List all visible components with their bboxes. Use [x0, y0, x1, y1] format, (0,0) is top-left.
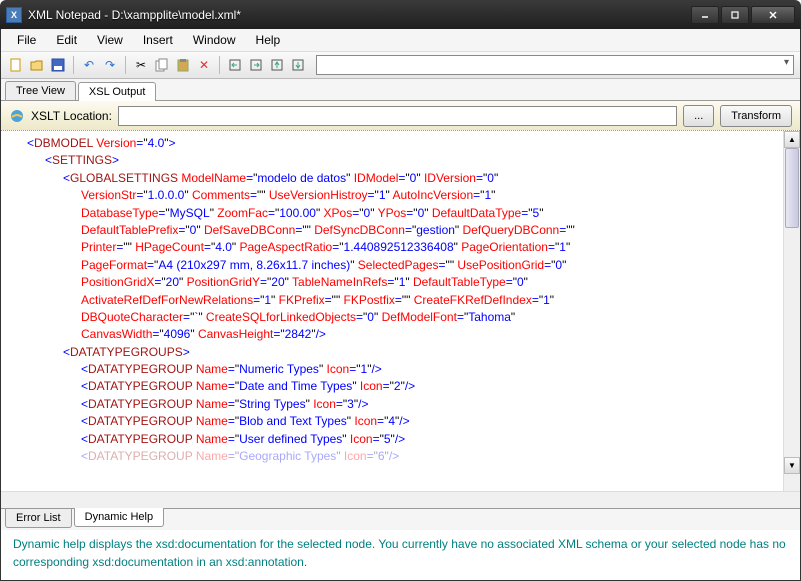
copy-icon[interactable] — [153, 56, 171, 74]
save-icon[interactable] — [49, 56, 67, 74]
xslt-location-bar: XSLT Location: ... Transform — [1, 101, 800, 131]
dynamic-help-panel: Dynamic help displays the xsd:documentat… — [1, 530, 800, 580]
tab-dynamic-help[interactable]: Dynamic Help — [74, 508, 164, 527]
menu-file[interactable]: File — [9, 31, 44, 49]
move-down-icon[interactable] — [289, 56, 307, 74]
indent-icon[interactable] — [247, 56, 265, 74]
ie-icon — [9, 108, 25, 124]
scroll-thumb[interactable] — [785, 148, 799, 228]
open-file-icon[interactable] — [28, 56, 46, 74]
menu-view[interactable]: View — [89, 31, 131, 49]
scroll-up-icon[interactable]: ▲ — [784, 131, 800, 148]
cut-icon[interactable]: ✂ — [132, 56, 150, 74]
move-up-icon[interactable] — [268, 56, 286, 74]
menubar: File Edit View Insert Window Help — [1, 29, 800, 51]
toolbar: ↶ ↷ ✂ ✕ — [1, 51, 800, 79]
minimize-button[interactable] — [691, 6, 719, 24]
redo-icon[interactable]: ↷ — [101, 56, 119, 74]
window-controls — [691, 6, 795, 24]
xslt-location-input[interactable] — [118, 106, 677, 126]
new-file-icon[interactable] — [7, 56, 25, 74]
delete-icon[interactable]: ✕ — [195, 56, 213, 74]
menu-edit[interactable]: Edit — [48, 31, 85, 49]
tabs-bottom: Error List Dynamic Help — [1, 508, 800, 530]
help-text: Dynamic help displays the xsd:documentat… — [13, 537, 786, 569]
tab-error-list[interactable]: Error List — [5, 509, 72, 528]
toolbar-dropdown[interactable] — [316, 55, 794, 75]
menu-insert[interactable]: Insert — [135, 31, 181, 49]
tabs-top: Tree View XSL Output — [1, 79, 800, 101]
xml-content[interactable]: <DBMODEL Version="4.0"> <SETTINGS> <GLOB… — [1, 131, 800, 491]
tab-tree-view[interactable]: Tree View — [5, 81, 76, 100]
transform-button[interactable]: Transform — [720, 105, 792, 127]
xslt-location-label: XSLT Location: — [31, 109, 112, 123]
close-button[interactable] — [751, 6, 795, 24]
separator — [73, 56, 74, 74]
menu-help[interactable]: Help — [248, 31, 289, 49]
titlebar: X XML Notepad - D:\xampplite\model.xml* — [0, 0, 801, 29]
vertical-scrollbar[interactable]: ▲ ▼ — [783, 131, 800, 491]
tab-xsl-output[interactable]: XSL Output — [78, 82, 156, 101]
paste-icon[interactable] — [174, 56, 192, 74]
window-inner: File Edit View Insert Window Help ↶ ↷ ✂ … — [0, 29, 801, 581]
outdent-icon[interactable] — [226, 56, 244, 74]
maximize-button[interactable] — [721, 6, 749, 24]
scroll-down-icon[interactable]: ▼ — [784, 457, 800, 474]
browse-button[interactable]: ... — [683, 105, 714, 127]
separator — [125, 56, 126, 74]
window-title: XML Notepad - D:\xampplite\model.xml* — [28, 8, 691, 22]
xml-tag: DBMODEL — [34, 136, 93, 150]
app-icon: X — [6, 7, 22, 23]
undo-icon[interactable]: ↶ — [80, 56, 98, 74]
menu-window[interactable]: Window — [185, 31, 244, 49]
separator — [219, 56, 220, 74]
horizontal-scrollbar[interactable] — [1, 491, 800, 508]
